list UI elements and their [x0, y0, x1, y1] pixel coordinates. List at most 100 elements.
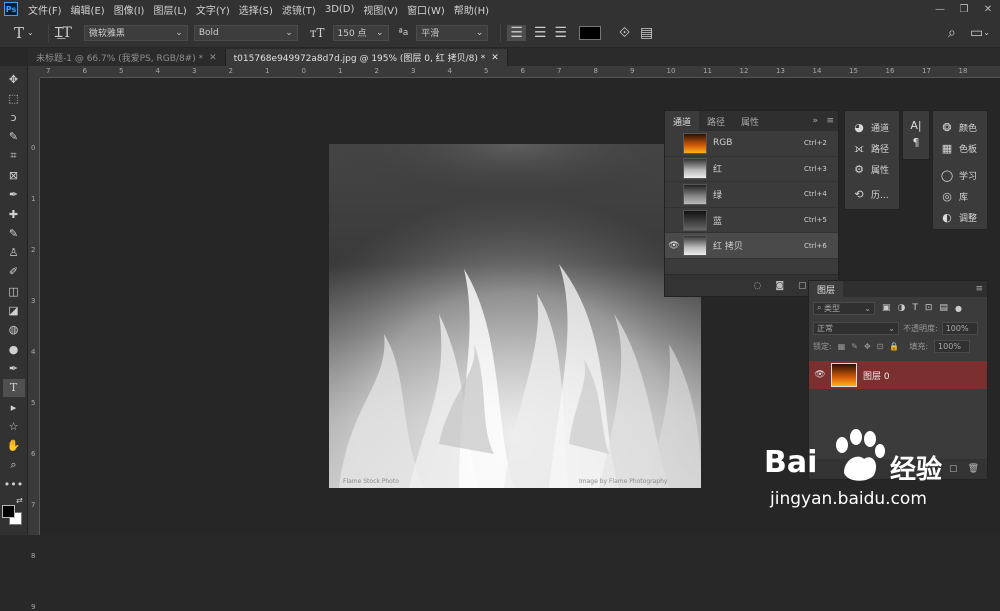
filter-smart-icon[interactable]: ▤ [939, 303, 948, 313]
quick-select-icon[interactable]: ✎ [3, 128, 25, 146]
close-icon[interactable]: ✕ [491, 53, 499, 63]
lock-position-icon[interactable]: ✥ [864, 342, 871, 351]
font-family-select[interactable]: 微软雅黑 ⌄ [83, 24, 188, 41]
menu-select[interactable]: 选择(S) [239, 2, 273, 17]
hand-icon[interactable]: ✋ [3, 437, 25, 455]
dock-libraries-button[interactable]: ◎ 库 [933, 186, 987, 207]
channel-row[interactable]: RGB Ctrl+2 [665, 131, 838, 157]
menu-help[interactable]: 帮助(H) [454, 2, 489, 17]
panel-menu-icon[interactable]: ≡ [826, 116, 834, 126]
lock-artboard-icon[interactable]: ⊡ [877, 342, 884, 351]
workspace-icon[interactable]: ▭ ⌄ [970, 25, 990, 41]
healing-icon[interactable]: ✚ [3, 205, 25, 223]
type-tool-preset-icon[interactable]: T ⌄ [14, 24, 34, 42]
panel-menu-icon[interactable]: ≡ [975, 284, 983, 294]
blur-icon[interactable]: ◍ [3, 321, 25, 339]
lock-image-icon[interactable]: ✎ [851, 342, 858, 351]
load-selection-icon[interactable]: ◌ [753, 281, 761, 291]
dock-properties-button[interactable]: ⚙ 属性 [845, 159, 899, 180]
zoom-icon[interactable]: ⌕ [3, 456, 25, 474]
close-icon[interactable]: ✕ [209, 53, 217, 63]
font-size-select[interactable]: 150 点 ⌄ [332, 24, 389, 41]
channel-row[interactable]: 👁 红 拷贝 Ctrl+6 [665, 233, 838, 259]
new-layer-icon[interactable]: ▢ [949, 464, 958, 474]
menu-layer[interactable]: 图层(L) [153, 2, 186, 17]
more-icon[interactable]: ••• [3, 475, 25, 493]
filter-type-icon[interactable]: T [912, 303, 918, 313]
warp-text-icon[interactable]: ⟐ [619, 25, 630, 41]
shape-icon[interactable]: ☆ [3, 417, 25, 435]
filter-pixel-icon[interactable]: ▣ [882, 303, 891, 313]
tab-untitled[interactable]: 未标题-1 @ 66.7% (我爱PS, RGB/8#) * ✕ [28, 49, 226, 66]
document-canvas[interactable]: Flame Stock Photo Image by Flame Photogr… [329, 144, 701, 488]
path-select-icon[interactable]: ▸ [3, 398, 25, 416]
menu-type[interactable]: 文字(Y) [196, 2, 230, 17]
menu-3d[interactable]: 3D(D) [325, 4, 355, 15]
tab-layers[interactable]: 图层 [809, 281, 844, 297]
brush-icon[interactable]: ✎ [3, 224, 25, 242]
dock-learn-button[interactable]: ◯ 学习 [933, 165, 987, 186]
menu-view[interactable]: 视图(V) [363, 2, 398, 17]
filter-shape-icon[interactable]: ⊡ [925, 303, 933, 313]
menu-window[interactable]: 窗口(W) [407, 2, 445, 17]
font-style-select[interactable]: Bold ⌄ [193, 24, 298, 41]
pen-icon[interactable]: ✒ [3, 359, 25, 377]
channel-row[interactable]: 绿 Ctrl+4 [665, 182, 838, 208]
restore-button[interactable]: ❐ [952, 4, 976, 15]
visibility-eye-icon[interactable]: 👁 [665, 241, 683, 251]
trash-icon[interactable]: 🗑 [968, 464, 979, 474]
close-button[interactable]: ✕ [976, 4, 1000, 15]
save-selection-icon[interactable]: ◙ [775, 281, 784, 291]
anti-alias-select[interactable]: 平滑 ⌄ [416, 24, 489, 41]
channel-row[interactable]: 红 Ctrl+3 [665, 157, 838, 183]
align-left-icon[interactable]: ☰ [507, 24, 526, 41]
lock-all-icon[interactable]: 🔒 [889, 342, 899, 351]
filter-toggle[interactable]: ● [955, 304, 962, 313]
align-right-icon[interactable]: ☰ [554, 25, 567, 41]
menu-file[interactable]: 文件(F) [28, 2, 62, 17]
move-icon[interactable]: ✥ [3, 70, 25, 88]
frame-icon[interactable]: ⊠ [3, 166, 25, 184]
new-channel-icon[interactable]: ▢ [798, 281, 807, 291]
tab-properties[interactable]: 属性 [733, 111, 767, 131]
search-icon[interactable]: ⌕ [948, 25, 956, 41]
fill-field[interactable]: 100% [934, 339, 971, 353]
lasso-icon[interactable]: ↄ [3, 109, 25, 127]
crop-icon[interactable]: ⌗ [3, 147, 25, 165]
character-panel-icon[interactable]: ▤ [640, 25, 653, 41]
text-orientation-icon[interactable]: Ɪ͟T [55, 23, 72, 42]
dock-swatches-button[interactable]: ▦ 色板 [933, 138, 987, 159]
bucket-icon[interactable]: ◪ [3, 302, 25, 320]
channel-row[interactable]: 蓝 Ctrl+5 [665, 208, 838, 234]
menu-edit[interactable]: 编辑(E) [71, 2, 105, 17]
visibility-eye-icon[interactable]: 👁 [809, 370, 831, 380]
stamp-icon[interactable]: ♙ [3, 244, 25, 262]
tab-channels[interactable]: 通道 [665, 111, 700, 131]
layer-row-layer0[interactable]: 👁 图层 0 [809, 361, 987, 389]
foreground-color-swatch[interactable] [2, 505, 15, 518]
dock-color-button[interactable]: ❂ 颜色 [933, 117, 987, 138]
tab-flame-image[interactable]: t015768e949972a8d7d.jpg @ 195% (图层 0, 红 … [225, 49, 508, 66]
character-panel-button[interactable]: A| [903, 119, 929, 132]
dock-channels-button[interactable]: ◕ 通道 [845, 117, 899, 138]
tab-paths[interactable]: 路径 [699, 111, 733, 131]
dodge-icon[interactable]: ● [3, 340, 25, 358]
menu-image[interactable]: 图像(I) [114, 2, 145, 17]
type-icon[interactable]: T [2, 378, 25, 397]
dock-history-button[interactable]: ⟲ 历... [845, 184, 899, 205]
eyedropper-icon[interactable]: ✒ [3, 186, 25, 204]
align-center-icon[interactable]: ☰ [534, 25, 547, 41]
marquee-icon[interactable]: ⬚ [3, 89, 25, 107]
dock-adjustments-button[interactable]: ◐ 调整 [933, 207, 987, 228]
swap-colors-icon[interactable]: ⇄ [16, 496, 23, 505]
blend-mode-select[interactable]: 正常 ⌄ [813, 321, 899, 335]
text-color-swatch[interactable] [578, 25, 601, 40]
opacity-field[interactable]: 100% [941, 321, 978, 335]
menu-filter[interactable]: 滤镜(T) [282, 2, 316, 17]
lock-transparent-icon[interactable]: ▦ [838, 342, 846, 351]
collapse-icon[interactable]: » [812, 116, 818, 126]
paragraph-panel-button[interactable]: ¶ [903, 136, 929, 149]
eraser-icon[interactable]: ◫ [3, 282, 25, 300]
minimize-button[interactable]: — [928, 4, 952, 15]
dock-paths-button[interactable]: ⟗ 路径 [845, 138, 899, 159]
